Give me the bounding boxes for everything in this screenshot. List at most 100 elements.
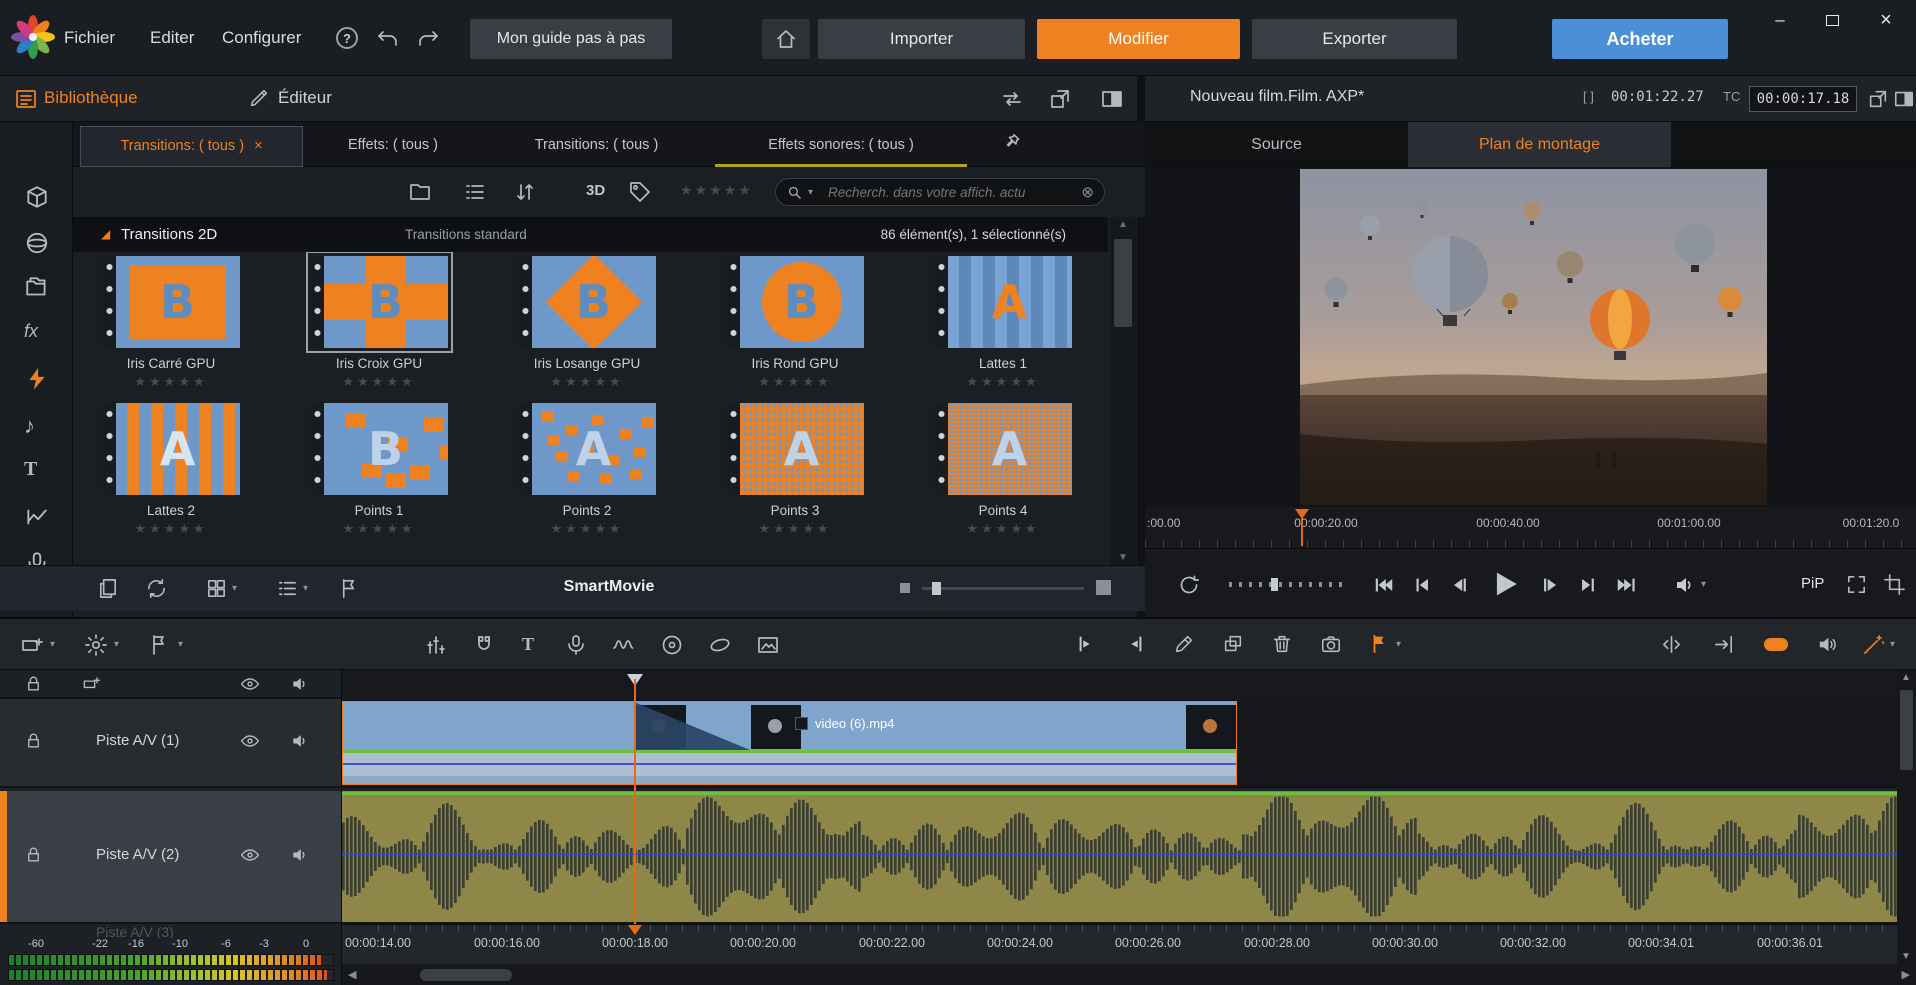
shuttle-jog-control[interactable] (1229, 582, 1347, 587)
redo-icon[interactable] (416, 27, 440, 51)
rating-stars[interactable]: ★★★★★ (710, 521, 880, 537)
zoom-slider-thumb[interactable] (932, 582, 941, 595)
buy-button[interactable]: Acheter (1552, 19, 1728, 59)
guide-button[interactable]: Mon guide pas à pas (470, 19, 672, 59)
lock-icon[interactable] (24, 845, 43, 864)
rating-stars[interactable]: ★★★★★ (86, 521, 256, 537)
maximize-button[interactable] (1812, 6, 1852, 34)
search-input[interactable] (828, 182, 1068, 202)
sidebar-item-disc-icon[interactable] (24, 230, 50, 256)
transition-thumbnail[interactable]: B (727, 256, 864, 348)
track-av1-header[interactable]: Piste A/V (1) (0, 699, 342, 788)
library-title[interactable]: Bibliothèque (44, 88, 138, 108)
timeline-vscrollbar[interactable]: ▲ ▼ (1897, 670, 1916, 964)
library-item-lattes-1[interactable]: A Lattes 1 ★★★★★ (918, 256, 1088, 390)
add-title-icon[interactable]: T (522, 634, 534, 655)
minimize-button[interactable]: – (1760, 6, 1800, 34)
video-clip[interactable]: video (6).mp4 (342, 701, 1237, 785)
transition-thumbnail[interactable]: B (519, 256, 656, 348)
overlay-tracks-icon[interactable] (1222, 633, 1244, 655)
settings-dropdown-icon[interactable]: ▾ (114, 640, 119, 650)
markers-icon[interactable] (148, 633, 172, 657)
eye-visibility-icon[interactable] (240, 674, 260, 694)
tab-plan-de-montage[interactable]: Plan de montage (1408, 122, 1671, 167)
transition-thumbnail[interactable]: A (935, 403, 1072, 495)
pin-tab-icon[interactable] (1003, 132, 1025, 154)
speaker-mute-icon[interactable] (290, 674, 310, 697)
preview-playhead-line[interactable] (1301, 518, 1303, 546)
library-item-points-4[interactable]: A Points 4 ★★★★★ (918, 403, 1088, 537)
razor-split-icon[interactable] (1173, 633, 1195, 655)
wand-dropdown-icon[interactable]: ▾ (1890, 640, 1895, 650)
zoom-in-icon[interactable] (1096, 580, 1111, 595)
transition-thumbnail[interactable]: A (935, 256, 1072, 348)
go-to-end-button[interactable] (1615, 574, 1637, 596)
rating-stars[interactable]: ★★★★★ (294, 521, 464, 537)
disc-authoring-icon[interactable] (660, 633, 684, 657)
collapse-group-icon[interactable]: ◢ (101, 217, 110, 252)
transition-thumbnail[interactable]: B (311, 403, 448, 495)
track-header-dropdown-icon[interactable]: ▾ (50, 640, 55, 650)
markers-dropdown-icon[interactable]: ▾ (178, 640, 183, 650)
rating-stars[interactable]: ★★★★★ (502, 374, 672, 390)
rating-stars[interactable]: ★★★★★ (294, 374, 464, 390)
list-view-icon[interactable] (463, 180, 487, 204)
library-item-points-2[interactable]: A Points 2 ★★★★★ (502, 403, 672, 537)
editor-tab[interactable]: Éditeur (278, 88, 332, 108)
tab-source[interactable]: Source (1145, 122, 1408, 167)
track-av2-content[interactable] (342, 791, 1897, 924)
magnet-snap-icon[interactable] (472, 633, 496, 657)
tag-icon[interactable] (628, 180, 652, 204)
rating-stars[interactable]: ★★★★★ (918, 374, 1088, 390)
keyframe-wave-icon[interactable] (612, 633, 636, 657)
voiceover-mic-icon[interactable] (564, 633, 588, 657)
pip-button[interactable]: PiP (1801, 575, 1824, 592)
fullscreen-icon[interactable] (1845, 573, 1868, 596)
help-icon[interactable]: ? (336, 27, 358, 49)
tab-effets[interactable]: Effets: ( tous ) (308, 126, 478, 167)
sidebar-item-collections-icon[interactable] (24, 275, 50, 301)
vscroll-thumb[interactable] (1900, 690, 1913, 770)
library-item-points-1[interactable]: B Points 1 ★★★★★ (294, 403, 464, 537)
search-clear-icon[interactable]: ⊗ (1081, 183, 1094, 201)
transition-thumbnail[interactable]: A (103, 403, 240, 495)
tab-transitions-active[interactable]: Transitions: ( tous ) × (80, 126, 303, 167)
zoom-slider[interactable] (922, 587, 1084, 590)
timeline-playhead-line[interactable] (634, 679, 636, 924)
mark-in-icon[interactable] (1075, 633, 1097, 655)
dual-pane-icon[interactable] (1100, 87, 1124, 111)
track-header-settings-icon[interactable] (20, 633, 44, 657)
scroll-right-icon[interactable]: ▶ (1902, 968, 1910, 981)
tab-transitions-2[interactable]: Transitions: ( tous ) (483, 126, 710, 167)
rating-stars[interactable]: ★★★★★ (502, 521, 672, 537)
export-button[interactable]: Exporter (1252, 19, 1457, 59)
transition-thumbnail[interactable]: B (103, 256, 240, 348)
video-viewport[interactable] (1300, 169, 1767, 505)
tab-effets-sonores[interactable]: Effets sonores: ( tous ) (715, 126, 967, 167)
home-button[interactable] (762, 19, 810, 59)
sidebar-item-music-icon[interactable]: ♪ (24, 413, 50, 439)
sidebar-item-transitions-bolt-icon[interactable] (24, 366, 50, 392)
library-item-iris-carre[interactable]: B Iris Carré GPU ★★★★★ (86, 256, 256, 390)
scroll-up-icon[interactable]: ▲ (1901, 672, 1911, 683)
transition-thumbnail[interactable]: B (311, 256, 448, 348)
marker-dropdown-icon[interactable]: ▾ (1396, 640, 1401, 650)
scroll-thumb[interactable] (1114, 239, 1132, 327)
track-av2-header[interactable]: Piste A/V (2) (0, 791, 342, 924)
folder-icon[interactable] (408, 180, 432, 204)
import-button[interactable]: Importer (818, 19, 1025, 59)
library-scrollbar[interactable]: ▲ ▼ (1110, 217, 1136, 565)
section-title[interactable]: Transitions 2D (121, 217, 217, 252)
volume-icon[interactable] (1673, 573, 1697, 600)
library-item-iris-rond[interactable]: B Iris Rond GPU ★★★★★ (710, 256, 880, 390)
add-marker-flag-icon[interactable] (1369, 633, 1391, 658)
zoom-out-icon[interactable] (900, 583, 910, 593)
timeline-ruler[interactable]: 00:00:14.00 00:00:16.00 00:00:18.00 00:0… (342, 924, 1916, 964)
shuttle-thumb[interactable] (1271, 578, 1278, 591)
undock-window-icon[interactable] (1048, 87, 1072, 111)
speaker-mute-icon[interactable] (290, 731, 310, 754)
previous-clip-button[interactable] (1411, 574, 1433, 596)
lock-icon[interactable] (24, 674, 43, 693)
detach-preview-icon[interactable] (1867, 88, 1889, 110)
edit-button[interactable]: Modifier (1037, 19, 1240, 59)
